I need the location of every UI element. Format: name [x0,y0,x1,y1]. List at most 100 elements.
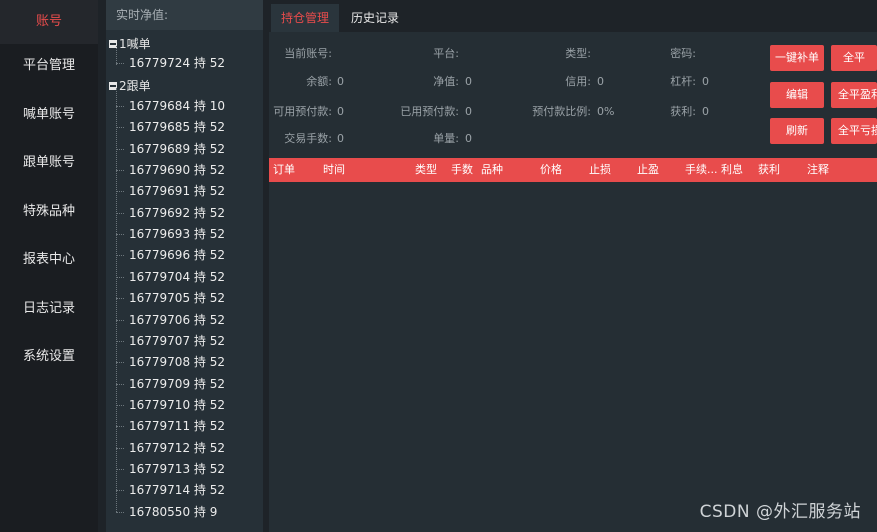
credit-value: 0 [597,75,604,88]
tree-branch [116,426,124,428]
close-all-button[interactable]: 全平 [831,45,877,71]
credit-label: 信用: [565,75,591,88]
tab-position-management[interactable]: 持仓管理 [271,4,339,32]
tree-item-account[interactable]: 16779714 持 52 [116,480,225,501]
tree-item-account[interactable]: 16779691 持 52 [116,181,225,202]
column-swap[interactable]: 利息 [721,158,743,182]
tree-item-account[interactable]: 16779705 持 52 [116,288,225,309]
tree-branch [116,255,124,257]
balance-value: 0 [337,75,344,88]
tree-branch [116,234,124,236]
tree-item-account[interactable]: 16779708 持 52 [116,352,225,373]
column-symbol[interactable]: 品种 [481,158,503,182]
positions-grid-header: 订单 时间 类型 手数 品种 价格 止损 止盈 手续... 利息 获利 注释 [269,158,877,182]
tab-history[interactable]: 历史记录 [341,4,409,32]
tree-item-account[interactable]: 16779704 持 52 [116,267,225,288]
used-margin-value: 0 [465,105,472,118]
nav-item-platform-management[interactable]: 平台管理 [0,44,98,88]
column-order[interactable]: 订单 [273,158,295,182]
tree-item-account[interactable]: 16779712 持 52 [116,438,225,459]
password-label: 密码: [670,47,696,60]
tree-branch [116,511,124,513]
orders-value: 0 [465,132,472,145]
tree-item-account[interactable]: 16779710 持 52 [116,395,225,416]
left-nav: 账号 平台管理 喊单账号 跟单账号 特殊品种 报表中心 日志记录 系统设置 [0,0,98,532]
column-stop-loss[interactable]: 止损 [589,158,611,182]
tree-branch [116,191,124,193]
platform-label: 平台: [433,47,459,60]
tree-item-account[interactable]: 16779713 持 52 [116,459,225,480]
lots-value: 0 [337,132,344,145]
tree-item-account[interactable]: 16779690 持 52 [116,160,225,181]
column-price[interactable]: 价格 [540,158,562,182]
balance-label: 余额: [306,75,332,88]
tree-item-account[interactable]: 16779689 持 52 [116,139,225,160]
tree-branch [116,276,124,278]
tree-branch [116,383,124,385]
tree-branch [116,106,124,107]
tree-branch [116,170,124,172]
equity-label: 净值: [433,75,459,88]
tree-item-account[interactable]: 16779696 持 52 [116,245,225,266]
margin-ratio-label: 预付款比例: [532,105,591,118]
tree-branch [116,148,124,150]
free-margin-label: 可用预付款: [273,105,332,118]
refresh-button[interactable]: 刷新 [770,118,824,144]
tab-bar: 持仓管理 历史记录 [269,0,877,32]
tree-branch [116,404,124,406]
tree-branch [116,362,124,364]
main-panel: 持仓管理 历史记录 当前账号: 平台: 类型: 密码: 余额: 0 净值: 0 … [269,0,877,532]
tree-item-account[interactable]: 16779724 持 52 [116,53,225,74]
one-click-fill-button[interactable]: 一键补单 [770,45,824,71]
nav-item-special-symbols[interactable]: 特殊品种 [0,190,98,234]
close-all-profit-button[interactable]: 全平盈利 [831,82,877,108]
close-all-loss-button[interactable]: 全平亏损 [831,118,877,144]
current-account-label: 当前账号: [284,47,332,60]
orders-label: 单量: [433,132,459,145]
tree-group-label: 1喊单 [119,37,151,51]
equity-value: 0 [465,75,472,88]
column-comment[interactable]: 注释 [807,158,829,182]
leverage-label: 杠杆: [670,75,696,88]
tree-item-account[interactable]: 16779706 持 52 [116,310,225,331]
tree-item-account[interactable]: 16780550 持 9 [116,502,217,523]
column-type[interactable]: 类型 [415,158,437,182]
tree-item-account[interactable]: 16779709 持 52 [116,374,225,395]
column-time[interactable]: 时间 [323,158,345,182]
tree-item-account[interactable]: 16779685 持 52 [116,117,225,138]
nav-item-signal-accounts[interactable]: 喊单账号 [0,93,98,137]
column-lots[interactable]: 手数 [451,158,473,182]
column-commission[interactable]: 手续... [685,158,718,182]
edit-button[interactable]: 编辑 [770,82,824,108]
tree-item-account[interactable]: 16779711 持 52 [116,416,225,437]
used-margin-label: 已用预付款: [400,105,459,118]
leverage-value: 0 [702,75,709,88]
tree-group-label: 2跟单 [119,79,151,93]
account-tree-panel: 实时净值: 1喊单 16779724 持 52 2跟单 16779684 持 1… [106,0,263,532]
tree-item-account[interactable]: 16779707 持 52 [116,331,225,352]
nav-item-logs[interactable]: 日志记录 [0,287,98,331]
margin-ratio-value: 0% [597,105,615,118]
tree-branch [116,447,124,449]
watermark: CSDN @外汇服务站 [699,502,861,522]
column-take-profit[interactable]: 止盈 [637,158,659,182]
lots-label: 交易手数: [284,132,332,145]
tree-branch [116,468,124,470]
realtime-equity-header: 实时净值: [106,0,263,30]
tree-item-account[interactable]: 16779692 持 52 [116,203,225,224]
tree-item-account[interactable]: 16779693 持 52 [116,224,225,245]
tree-branch [116,127,124,129]
tree-branch [116,340,124,342]
column-profit[interactable]: 获利 [758,158,780,182]
profit-value: 0 [702,105,709,118]
free-margin-value: 0 [337,105,344,118]
nav-item-follower-accounts[interactable]: 跟单账号 [0,141,98,185]
positions-grid-body [269,182,877,532]
tree-branch [116,298,124,300]
nav-item-report-center[interactable]: 报表中心 [0,238,98,282]
nav-item-account[interactable]: 账号 [0,0,98,44]
profit-label: 获利: [670,105,696,118]
tree-item-account[interactable]: 16779684 持 10 [116,96,225,117]
tree-branch [116,319,124,321]
nav-item-system-settings[interactable]: 系统设置 [0,335,98,379]
